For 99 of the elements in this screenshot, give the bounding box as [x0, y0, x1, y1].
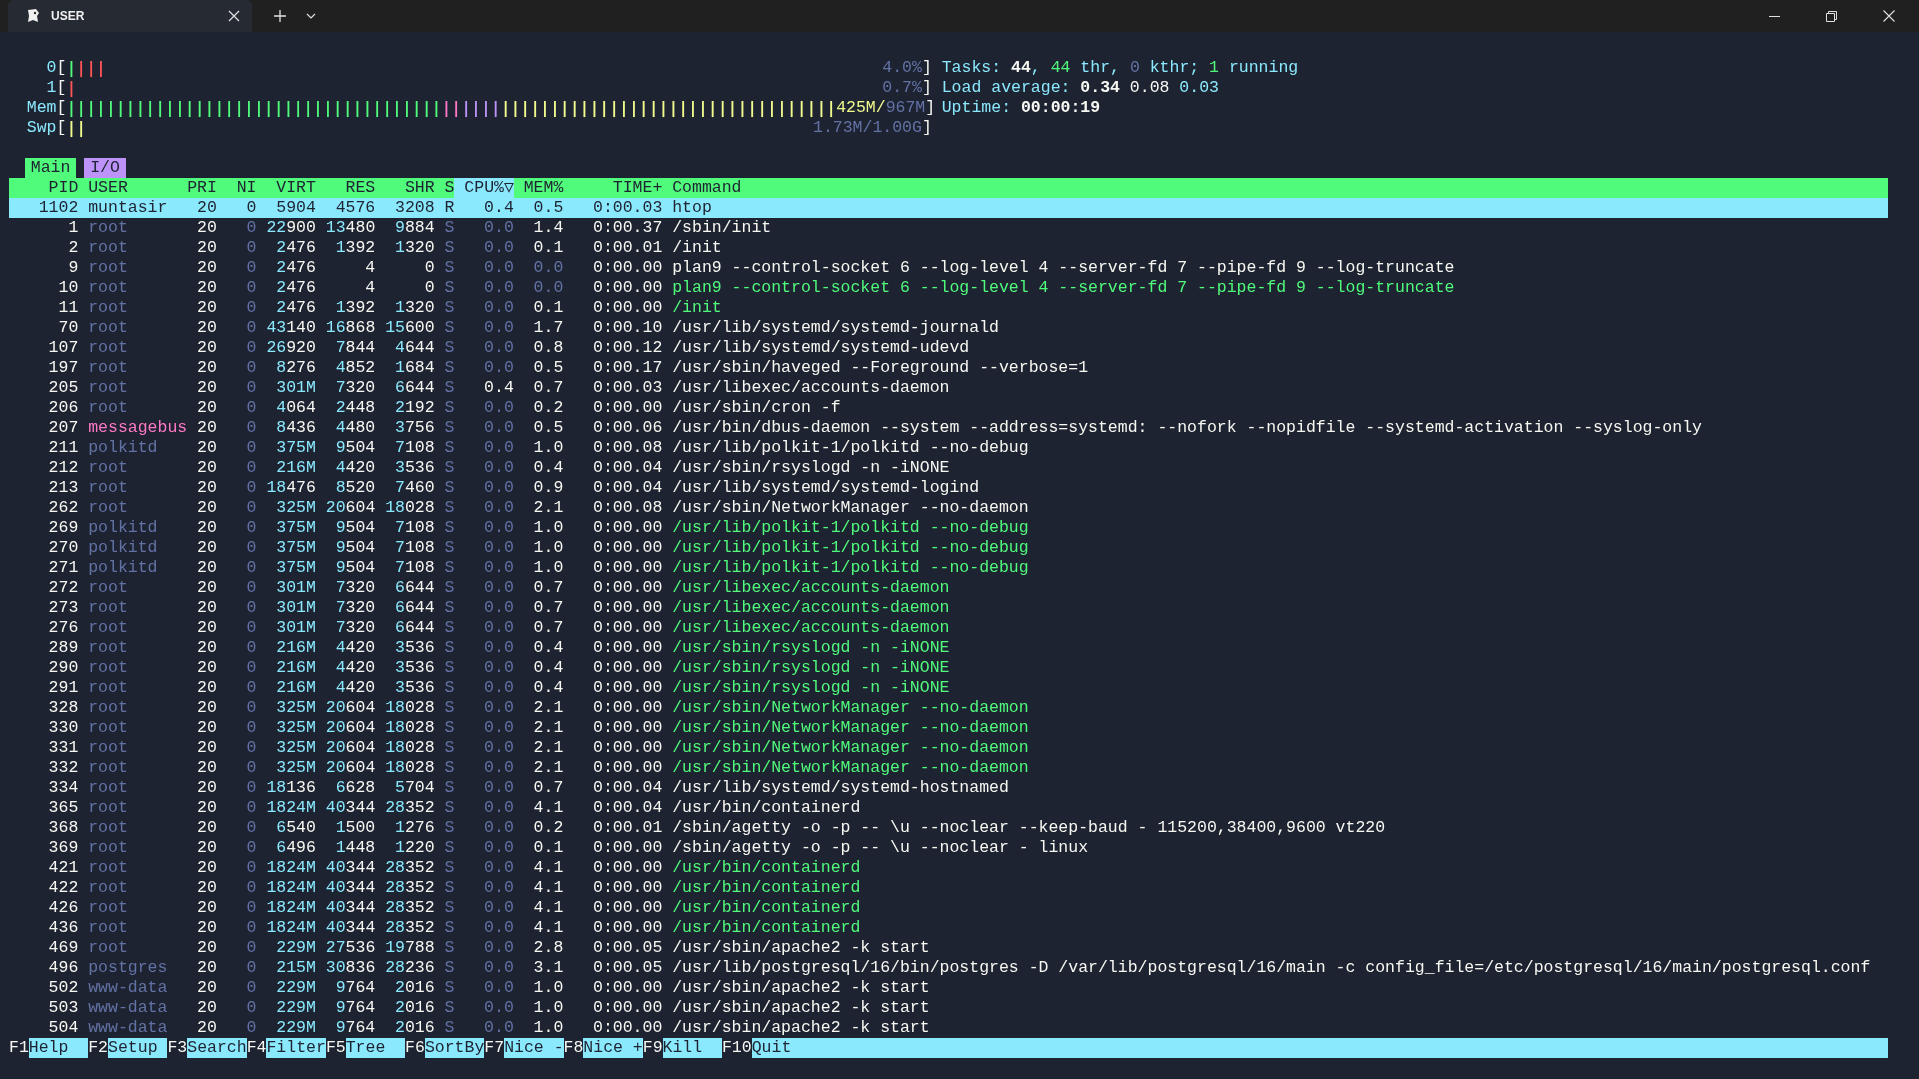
process-row[interactable]: 197 root 20 0 8276 4852 1684 S 0.0 0.5 0:00.17 /usr/sbin/haveged --Foreground --verbose=1 [9, 358, 1888, 378]
key-label: F5 [325, 1038, 346, 1058]
function-button[interactable]: Kill [662, 1038, 722, 1058]
process-row[interactable]: 269 polkitd 20 0 375M 9504 7108 S 0.0 1.0 0:00.00 /usr/lib/polkit-1/polkitd --no-debug [9, 518, 1888, 538]
key-label: F4 [246, 1038, 267, 1058]
column-header[interactable]: PRI [187, 178, 217, 198]
process-row[interactable]: 273 root 20 0 301M 7320 6644 S 0.0 0.7 0:00.00 /usr/libexec/accounts-daemon [9, 598, 1888, 618]
meter-bar-label: |||||||||||||||||||||||||||||||||||||||||||||||||||||||||||||||||||||||||||||| [66, 98, 837, 118]
key-label: F9 [642, 1038, 663, 1058]
process-row[interactable]: 369 root 20 0 6496 1448 1220 S 0.0 0.1 0:00.00 /sbin/agetty -o -p -- \u --noclear - linux [9, 838, 1888, 858]
meter-label: Mem[ [26, 98, 67, 118]
tab-title: USER [51, 9, 86, 23]
process-row[interactable]: 272 root 20 0 301M 7320 6644 S 0.0 0.7 0:00.00 /usr/libexec/accounts-daemon [9, 578, 1888, 598]
process-row[interactable]: 276 root 20 0 301M 7320 6644 S 0.0 0.7 0:00.00 /usr/libexec/accounts-daemon [9, 618, 1888, 638]
meter-value: 425M/967M] [836, 98, 936, 118]
function-button[interactable]: Setup [108, 1038, 168, 1058]
function-button[interactable]: Quit [751, 1038, 1888, 1058]
process-row[interactable]: 211 polkitd 20 0 375M 9504 7108 S 0.0 1.0 0:00.08 /usr/lib/polkit-1/polkitd --no-debug [9, 438, 1888, 458]
key-label: F3 [167, 1038, 188, 1058]
process-row[interactable]: 289 root 20 0 216M 4420 3536 S 0.0 0.4 0:00.00 /usr/sbin/rsyslogd -n -iNONE [9, 638, 1888, 658]
restore-icon[interactable] [1826, 10, 1837, 22]
process-row[interactable]: 1 root 20 0 22900 13480 9884 S 0.0 1.4 0:00.37 /sbin/init [9, 218, 1888, 238]
process-row[interactable]: 270 polkitd 20 0 375M 9504 7108 S 0.0 1.0 0:00.00 /usr/lib/polkit-1/polkitd --no-debug [9, 538, 1888, 558]
process-row[interactable]: 271 polkitd 20 0 375M 9504 7108 S 0.0 1.0 0:00.00 /usr/lib/polkit-1/polkitd --no-debug [9, 558, 1888, 578]
process-row[interactable]: 503 www-data 20 0 229M 9764 2016 S 0.0 1.0 0:00.00 /usr/sbin/apache2 -k start [9, 998, 1888, 1018]
meter-bar-label: |||| [66, 58, 106, 78]
meter-label: 0[ [45, 58, 67, 78]
process-row[interactable]: 291 root 20 0 216M 4420 3536 S 0.0 0.4 0:00.00 /usr/sbin/rsyslogd -n -iNONE [9, 678, 1888, 698]
process-row[interactable]: 2 root 20 0 2476 1392 1320 S 0.0 0.1 0:00.01 /init [9, 238, 1888, 258]
function-button[interactable]: Nice - [504, 1038, 564, 1058]
process-row[interactable]: 422 root 20 0 1824M 40344 28352 S 0.0 4.1 0:00.00 /usr/bin/containerd [9, 878, 1888, 898]
chevron-down-icon[interactable] [306, 13, 316, 19]
process-row[interactable]: 436 root 20 0 1824M 40344 28352 S 0.0 4.1 0:00.00 /usr/bin/containerd [9, 918, 1888, 938]
meter-value: 4.0%] [882, 58, 932, 78]
process-row[interactable]: 290 root 20 0 216M 4420 3536 S 0.0 0.4 0:00.00 /usr/sbin/rsyslogd -n -iNONE [9, 658, 1888, 678]
terminal-tab[interactable]: USER [8, 0, 252, 32]
process-row[interactable]: 502 www-data 20 0 229M 9764 2016 S 0.0 1.0 0:00.00 /usr/sbin/apache2 -k start [9, 978, 1888, 998]
view-tab[interactable]: Main [24, 158, 77, 178]
process-row[interactable]: 212 root 20 0 216M 4420 3536 S 0.0 0.4 0:00.04 /usr/sbin/rsyslogd -n -iNONE [9, 458, 1888, 478]
function-button[interactable]: Help [28, 1038, 89, 1058]
column-header[interactable]: USER [88, 178, 178, 198]
column-header[interactable]: SHR [385, 178, 435, 198]
process-row[interactable]: 426 root 20 0 1824M 40344 28352 S 0.0 4.1 0:00.00 /usr/bin/containerd [9, 898, 1888, 918]
function-button[interactable]: Nice + [583, 1038, 643, 1058]
close-icon[interactable] [228, 10, 240, 22]
column-header[interactable]: VIRT [266, 178, 316, 198]
meter-label: 1[ [45, 78, 67, 98]
key-label: F8 [563, 1038, 584, 1058]
process-row[interactable]: 207 messagebus 20 0 8436 4480 3756 S 0.0 0.5 0:00.06 /usr/bin/dbus-daemon --system --address=systemd: --nofork --nopidfile --systemd-activation --syslog-only [9, 418, 1888, 438]
key-label: F6 [405, 1038, 425, 1058]
process-row[interactable]: 262 root 20 0 325M 20604 18028 S 0.0 2.1 0:00.08 /usr/sbin/NetworkManager --no-daemon [9, 498, 1888, 518]
column-header[interactable]: PID [9, 178, 79, 198]
function-button[interactable]: SortBy [424, 1038, 485, 1058]
meter-bar-label: || [66, 118, 87, 138]
meter-label: Swp[ [26, 118, 67, 138]
process-row[interactable]: 504 www-data 20 0 229M 9764 2016 S 0.0 1.0 0:00.00 /usr/sbin/apache2 -k start [9, 1018, 1888, 1038]
column-header[interactable]: S [444, 178, 455, 198]
meter-value: 0.7%] [882, 78, 932, 98]
function-button[interactable]: Tree [345, 1038, 406, 1058]
process-row[interactable]: 469 root 20 0 229M 27536 19788 S 0.0 2.8 0:00.05 /usr/sbin/apache2 -k start [9, 938, 1888, 958]
function-button[interactable]: Filter [266, 1038, 326, 1058]
process-row[interactable]: 70 root 20 0 43140 16868 15600 S 0.0 1.7 0:00.10 /usr/lib/systemd/systemd-journald [9, 318, 1888, 338]
process-row[interactable]: 1102 muntasir 20 0 5904 4576 3208 R 0.4 0.5 0:00.03 htop [9, 198, 1888, 218]
view-tab[interactable]: I/O [84, 158, 126, 178]
column-header[interactable]: NI [226, 178, 257, 198]
process-row[interactable]: 365 root 20 0 1824M 40344 28352 S 0.0 4.1 0:00.04 /usr/bin/containerd [9, 798, 1888, 818]
process-row[interactable]: 330 root 20 0 325M 20604 18028 S 0.0 2.1 0:00.00 /usr/sbin/NetworkManager --no-daemon [9, 718, 1888, 738]
meter-bar-label: | [66, 78, 77, 98]
column-header[interactable]: MEM% [523, 178, 564, 198]
column-header[interactable]: RES [325, 178, 376, 198]
process-row[interactable]: 334 root 20 0 18136 6628 5704 S 0.0 0.7 0:00.04 /usr/lib/systemd/systemd-hostnamed [9, 778, 1888, 798]
process-row[interactable]: 9 root 20 0 2476 4 0 S 0.0 0.0 0:00.00 plan9 --control-socket 6 --log-level 4 --server-fd 7 --pipe-fd 9 --log-truncate [9, 258, 1888, 278]
info-line: Load average: 0.34 0.08 0.03 [941, 78, 1219, 98]
process-row[interactable]: 496 postgres 20 0 215M 30836 28236 S 0.0 3.1 0:00.05 /usr/lib/postgresql/16/bin/postgres -D /var/lib/postgresql/16/main -c config_file=/etc/postgresql/16/main/postgresql.conf [9, 958, 1888, 978]
info-line: Uptime: 00:00:19 [941, 98, 1101, 118]
process-row[interactable]: 332 root 20 0 325M 20604 18028 S 0.0 2.1 0:00.00 /usr/sbin/NetworkManager --no-daemon [9, 758, 1888, 778]
process-row[interactable]: 421 root 20 0 1824M 40344 28352 S 0.0 4.1 0:00.00 /usr/bin/containerd [9, 858, 1888, 878]
process-row[interactable]: 368 root 20 0 6540 1500 1276 S 0.0 0.2 0:00.01 /sbin/agetty -o -p -- \u --noclear --keep-baud - 115200,38400,9600 vt220 [9, 818, 1888, 838]
plus-icon[interactable] [274, 10, 286, 22]
minimize-icon[interactable] [1769, 15, 1780, 17]
process-row[interactable]: 213 root 20 0 18476 8520 7460 S 0.0 0.9 0:00.04 /usr/lib/systemd/systemd-logind [9, 478, 1888, 498]
process-row[interactable]: 331 root 20 0 325M 20604 18028 S 0.0 2.1 0:00.00 /usr/sbin/NetworkManager --no-daemon [9, 738, 1888, 758]
key-label: F1 [9, 1038, 29, 1058]
process-row[interactable]: 107 root 20 0 26920 7844 4644 S 0.0 0.8 0:00.12 /usr/lib/systemd/systemd-udevd [9, 338, 1888, 358]
app-icon [25, 8, 41, 24]
function-button[interactable]: Search [187, 1038, 247, 1058]
key-label: F10 [721, 1038, 752, 1058]
process-row[interactable]: 205 root 20 0 301M 7320 6644 S 0.4 0.7 0:00.03 /usr/libexec/accounts-daemon [9, 378, 1888, 398]
process-row[interactable]: 11 root 20 0 2476 1392 1320 S 0.0 0.1 0:00.00 /init [9, 298, 1888, 318]
process-row[interactable]: 10 root 20 0 2476 4 0 S 0.0 0.0 0:00.00 plan9 --control-socket 6 --log-level 4 --server-fd 7 --pipe-fd 9 --log-truncate [9, 278, 1888, 298]
column-header[interactable]: TIME+ [573, 178, 663, 198]
close-icon[interactable] [1883, 10, 1895, 22]
meter-value: 1.73M/1.00G] [813, 118, 932, 138]
process-row[interactable]: 328 root 20 0 325M 20604 18028 S 0.0 2.1 0:00.00 /usr/sbin/NetworkManager --no-daemon [9, 698, 1888, 718]
column-header[interactable]: Command [672, 178, 742, 198]
key-label: F7 [484, 1038, 505, 1058]
column-header[interactable]: CPU%▽ [454, 178, 514, 198]
process-row[interactable]: 206 root 20 0 4064 2448 2192 S 0.0 0.2 0:00.00 /usr/sbin/cron -f [9, 398, 1888, 418]
info-line: Tasks: 44, 44 thr, 0 kthr; 1 running [941, 58, 1299, 78]
